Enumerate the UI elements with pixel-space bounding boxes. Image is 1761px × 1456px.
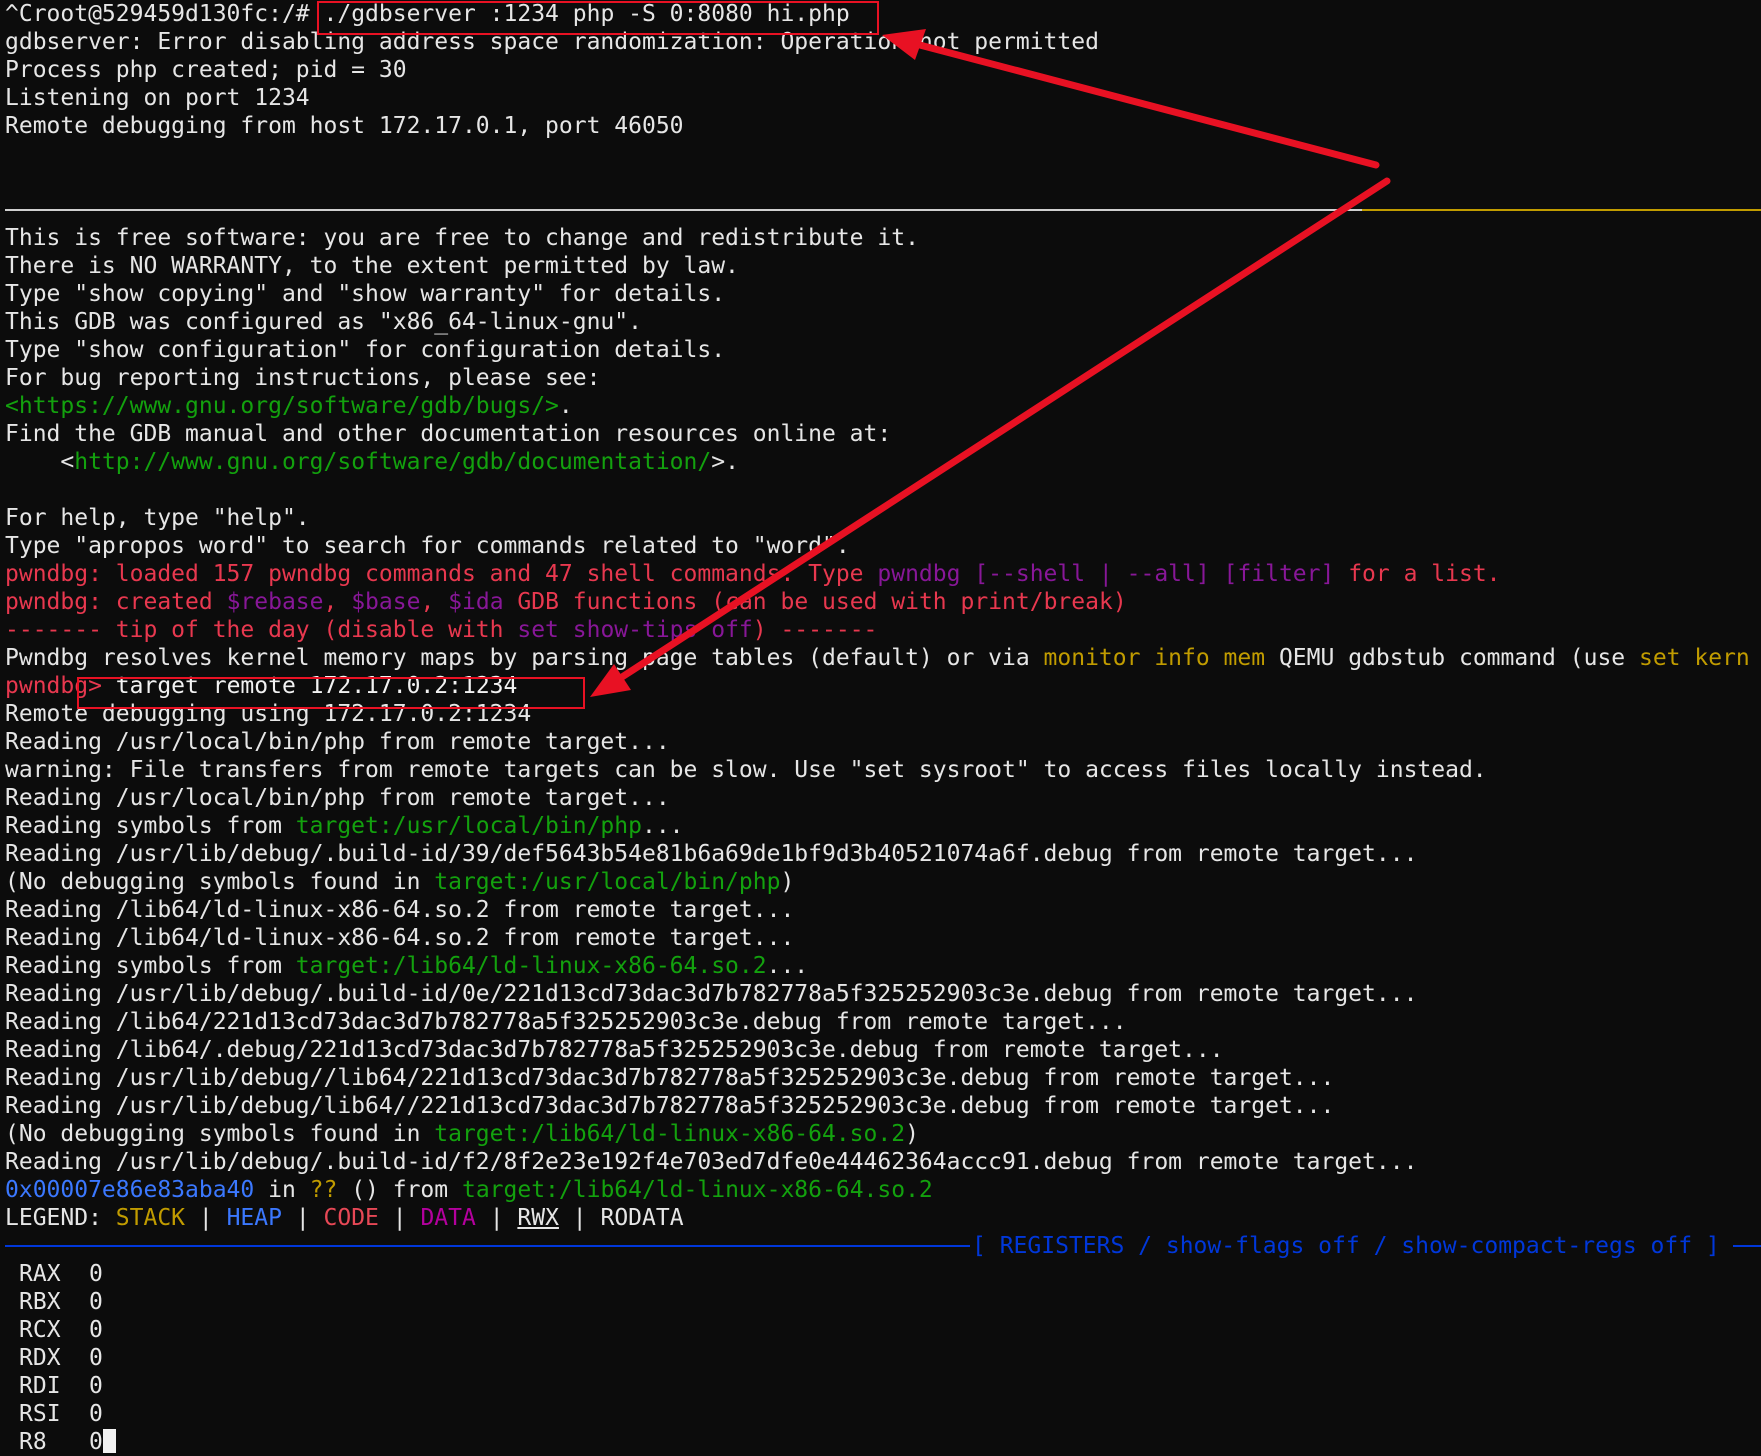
gdbserver-output-line: gdbserver: Error disabling address space… [5, 29, 1099, 55]
bugs-url-line: <https://www.gnu.org/software/gdb/bugs/>… [5, 393, 573, 419]
gdb-banner-line: For help, type "help". [5, 505, 310, 531]
gdb-banner-line: Type "show configuration" for configurat… [5, 337, 726, 363]
debug-ld-line: Reading /usr/lib/debug/.build-id/0e/221d… [5, 981, 1418, 1007]
tip-body-line: Pwndbg resolves kernel memory maps by pa… [5, 645, 1750, 671]
pwndbg-prompt: pwndbg [5, 673, 89, 699]
pane-divider-right [1362, 209, 1761, 211]
register-row: RDI 0 [5, 1372, 1761, 1400]
gdb-banner-line: This is free software: you are free to c… [5, 225, 919, 251]
symbols-ld-line: Reading symbols from target:/lib64/ld-li… [5, 953, 809, 979]
gdbserver-output-line: Process php created; pid = 30 [5, 57, 407, 83]
debug-ld-line: Reading /usr/lib/debug/lib64//221d13cd73… [5, 1093, 1335, 1119]
legend-heap: HEAP [226, 1205, 282, 1231]
register-name: RAX [19, 1261, 61, 1287]
debug-ld-line: Reading /lib64/221d13cd73dac3d7b782778a5… [5, 1009, 1127, 1035]
gdbserver-output-line: Listening on port 1234 [5, 85, 310, 111]
legend-line: LEGEND: STACK | HEAP | CODE | DATA | RWX… [5, 1205, 684, 1231]
remote-line: Reading /usr/local/bin/php from remote t… [5, 729, 670, 755]
register-row: RAX 0 [5, 1260, 1761, 1288]
legend-rwx: RWX [517, 1205, 559, 1231]
register-name: RCX [19, 1317, 61, 1343]
target-remote-command: target remote 172.17.0.2:1234 [115, 673, 518, 699]
remote-line: warning: File transfers from remote targ… [5, 757, 1487, 783]
debug-ld-line: Reading /usr/lib/debug//lib64/221d13cd73… [5, 1065, 1335, 1091]
terminal-cursor [102, 1429, 116, 1453]
gdb-banner-line: Find the GDB manual and other documentat… [5, 421, 892, 447]
pwndbg-created-line: pwndbg: created $rebase, $base, $ida GDB… [5, 589, 1127, 615]
register-name: RDX [19, 1345, 61, 1371]
legend-rodata: RODATA [600, 1205, 684, 1231]
gdb-banner-line: This GDB was configured as "x86_64-linux… [5, 309, 642, 335]
doc-url-link[interactable]: http://www.gnu.org/software/gdb/document… [74, 449, 711, 475]
ld-line: Reading /lib64/ld-linux-x86-64.so.2 from… [5, 897, 795, 923]
legend-data: DATA [420, 1205, 476, 1231]
gdb-banner-line: Type "show copying" and "show warranty" … [5, 281, 726, 307]
register-value: 0 [89, 1289, 103, 1315]
register-row: R8 0 [5, 1428, 1761, 1456]
gdbserver-output-line: Remote debugging from host 172.17.0.1, p… [5, 113, 684, 139]
stop-address: 0x00007e86e83aba40 [5, 1177, 255, 1203]
gdbserver-command: ./gdbserver :1234 php -S 0:8080 hi.php [323, 1, 850, 27]
pwndbg-loaded-line: pwndbg: loaded 157 pwndbg commands and 4… [5, 561, 1501, 587]
gdb-banner-line: There is NO WARRANTY, to the extent perm… [5, 253, 739, 279]
legend-stack: STACK [115, 1205, 186, 1231]
register-value: 0 [89, 1345, 103, 1371]
pane-divider-left [5, 209, 1362, 211]
register-name: RSI [19, 1401, 61, 1427]
registers-rule-right [1733, 1245, 1761, 1247]
nodebug-ld-line: (No debugging symbols found in target:/l… [5, 1121, 919, 1147]
register-name: R8 [19, 1429, 47, 1455]
debug-f2-line: Reading /usr/lib/debug/.build-id/f2/8f2e… [5, 1149, 1418, 1175]
debug-php-line: Reading /usr/lib/debug/.build-id/39/def5… [5, 841, 1418, 867]
register-value: 0 [89, 1429, 103, 1455]
remote-line: Reading /usr/local/bin/php from remote t… [5, 785, 670, 811]
register-value: 0 [89, 1401, 103, 1427]
stop-location-line: 0x00007e86e83aba40 in ?? () from target:… [5, 1177, 933, 1203]
nodebug-php-line: (No debugging symbols found in target:/u… [5, 869, 795, 895]
remote-line: Remote debugging using 172.17.0.2:1234 [5, 701, 532, 727]
register-name: RDI [19, 1373, 61, 1399]
tip-of-day-line: ------- tip of the day (disable with set… [5, 617, 878, 643]
debug-ld-line: Reading /lib64/.debug/221d13cd73dac3d7b7… [5, 1037, 1224, 1063]
registers-rule-left [5, 1245, 970, 1247]
terminal-output[interactable]: ^Croot@529459d130fc:/# ./gdbserver :1234… [5, 0, 1761, 1456]
registers-title: [ REGISTERS / show-flags off / show-comp… [972, 1233, 1720, 1259]
pane-divider[interactable] [5, 196, 1761, 224]
register-row: RSI 0 [5, 1400, 1761, 1428]
registers-header: [ REGISTERS / show-flags off / show-comp… [5, 1232, 1761, 1260]
ld-line: Reading /lib64/ld-linux-x86-64.so.2 from… [5, 925, 795, 951]
register-name: RBX [19, 1289, 61, 1315]
shell-prompt: ^Croot@529459d130fc:/# [5, 1, 324, 27]
gdbserver-prompt-line: ^Croot@529459d130fc:/# ./gdbserver :1234… [5, 0, 1761, 28]
symbols-php-line: Reading symbols from target:/usr/local/b… [5, 813, 684, 839]
register-row: RCX 0 [5, 1316, 1761, 1344]
legend-code: CODE [323, 1205, 379, 1231]
register-row: RBX 0 [5, 1288, 1761, 1316]
register-value: 0 [89, 1373, 103, 1399]
register-row: RDX 0 [5, 1344, 1761, 1372]
register-value: 0 [89, 1261, 103, 1287]
gdb-banner-line: For bug reporting instructions, please s… [5, 365, 601, 391]
doc-url-line: <http://www.gnu.org/software/gdb/documen… [5, 449, 739, 475]
pwndbg-help-command: pwndbg [--shell | --all] [filter] [877, 561, 1335, 587]
gdb-prompt-line: pwndbg> target remote 172.17.0.2:1234 [5, 673, 518, 699]
gdb-banner-line: Type "apropos word" to search for comman… [5, 533, 850, 559]
bugs-url-link[interactable]: <https://www.gnu.org/software/gdb/bugs/> [5, 393, 559, 419]
register-value: 0 [89, 1317, 103, 1343]
